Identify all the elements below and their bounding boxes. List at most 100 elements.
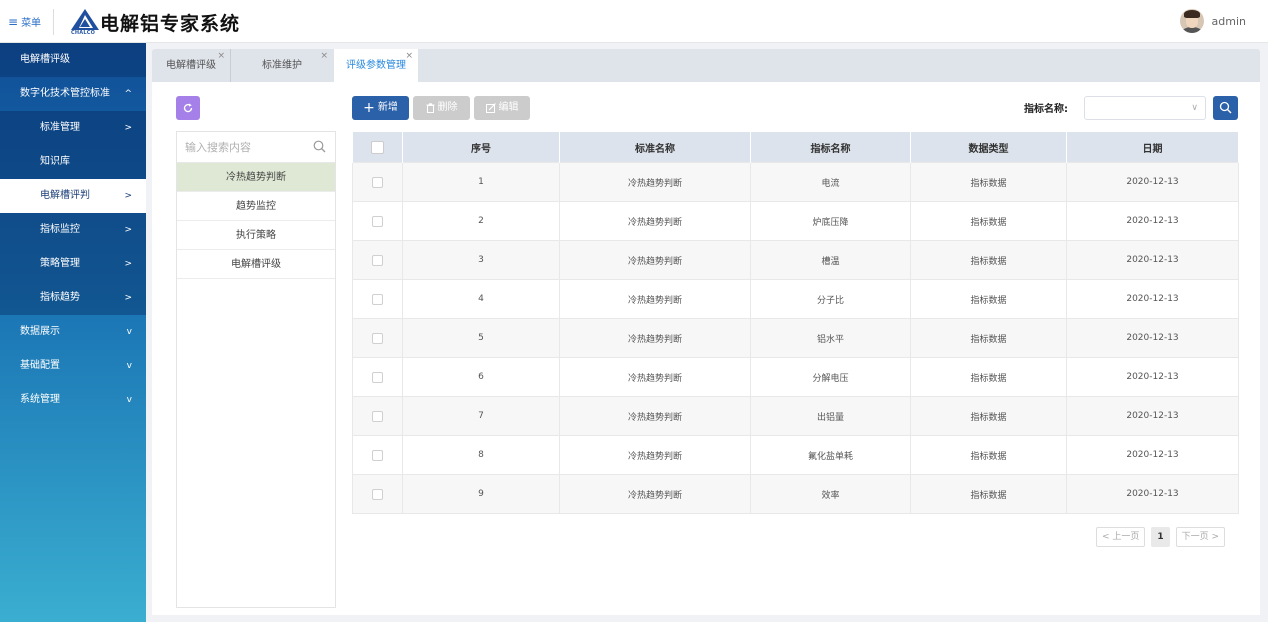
tree-search-input[interactable] [177,132,307,162]
sidebar-item-cell-judgement[interactable]: 电解槽评判 > [0,179,146,213]
sidebar-item-standard-management[interactable]: 标准管理 > [0,111,146,145]
menu-toggle-button[interactable]: ≡ 菜单 [8,14,41,30]
chevron-down-icon: ∨ [1191,103,1198,113]
refresh-button[interactable] [176,96,200,120]
tree-item-trend-monitor[interactable]: 趋势监控 [177,192,335,221]
table-row[interactable]: 9 冷热趋势判断 效率 指标数据 2020-12-13 [352,474,1239,514]
cell-no: 3 [402,240,560,280]
close-icon[interactable]: × [405,39,413,73]
cell-no: 4 [402,279,560,319]
select-all-checkbox[interactable] [371,140,384,154]
row-checkbox[interactable] [372,410,383,422]
row-checkbox[interactable] [372,449,383,461]
standard-tree-panel: 冷热趋势判断 趋势监控 执行策略 电解槽评级 [176,131,336,608]
cell-data-type: 指标数据 [910,279,1067,319]
sidebar-item-basic-config[interactable]: 基础配置 v [0,349,146,383]
prev-page-button[interactable]: < 上一页 [1096,527,1146,547]
column-header-no: 序号 [402,131,560,163]
tree-item-execution-strategy[interactable]: 执行策略 [177,221,335,250]
delete-button[interactable]: 删除 [413,96,470,120]
table-row[interactable]: 8 冷热趋势判断 氟化盐单耗 指标数据 2020-12-13 [352,435,1239,475]
chevron-up-icon: ^ [124,89,132,99]
cell-indicator-name: 铝水平 [750,318,911,358]
next-page-button[interactable]: 下一页 > [1175,527,1226,547]
content-panel: 冷热趋势判断 趋势监控 执行策略 电解槽评级 + 新增 删除 编辑 指标名称: [152,82,1260,615]
cell-standard-name: 冷热趋势判断 [559,396,751,436]
chevron-down-icon: v [126,395,132,405]
cell-date: 2020-12-13 [1066,435,1239,475]
username: admin [1211,14,1246,28]
sidebar-item-cell-rating[interactable]: 电解槽评级 [0,43,146,77]
sidebar: 电解槽评级 数字化技术管控标准 ^ 标准管理 > 知识库 电解槽评判 > 指标监控 > … [0,43,146,622]
table-row[interactable]: 1 冷热趋势判断 电流 指标数据 2020-12-13 [352,162,1239,202]
cell-no: 2 [402,201,560,241]
row-checkbox[interactable] [372,254,383,266]
chevron-right-icon: > [124,225,132,235]
table-row[interactable]: 5 冷热趋势判断 铝水平 指标数据 2020-12-13 [352,318,1239,358]
cell-standard-name: 冷热趋势判断 [559,474,751,514]
refresh-icon [183,103,193,113]
row-checkbox[interactable] [372,332,383,344]
table-row[interactable]: 2 冷热趋势判断 炉底压降 指标数据 2020-12-13 [352,201,1239,241]
cell-date: 2020-12-13 [1066,357,1239,397]
indicator-name-select[interactable]: ∨ [1084,96,1206,120]
search-icon[interactable] [313,140,326,153]
sidebar-item-indicator-trend[interactable]: 指标趋势 > [0,281,146,315]
avatar[interactable] [1179,9,1204,33]
row-checkbox[interactable] [372,488,383,500]
cell-standard-name: 冷热趋势判断 [559,279,751,319]
row-checkbox[interactable] [372,293,383,305]
add-button[interactable]: + 新增 [352,96,409,120]
user-menu[interactable]: admin [1179,9,1246,33]
top-header: ≡ 菜单 CHALCO 电解铝专家系统 admin [0,0,1268,43]
select-all-cell[interactable] [352,131,403,163]
tree-item-cold-hot-trend[interactable]: 冷热趋势判断 [177,163,335,192]
sidebar-item-indicator-monitor[interactable]: 指标监控 > [0,213,146,247]
cell-indicator-name: 出铝量 [750,396,911,436]
sidebar-item-digital-standards[interactable]: 数字化技术管控标准 ^ [0,77,146,111]
cell-data-type: 指标数据 [910,162,1067,202]
trash-icon [426,103,434,113]
edit-button[interactable]: 编辑 [474,96,530,120]
chevron-right-icon: > [124,259,132,269]
page-number-current[interactable]: 1 [1151,527,1170,547]
table-row[interactable]: 7 冷热趋势判断 出铝量 指标数据 2020-12-13 [352,396,1239,436]
cell-no: 8 [402,435,560,475]
table-row[interactable]: 6 冷热趋势判断 分解电压 指标数据 2020-12-13 [352,357,1239,397]
cell-standard-name: 冷热趋势判断 [559,318,751,358]
table-row[interactable]: 4 冷热趋势判断 分子比 指标数据 2020-12-13 [352,279,1239,319]
column-header-indicator-name: 指标名称 [750,131,911,163]
close-icon[interactable]: × [217,39,225,73]
edit-icon [485,103,496,113]
cell-data-type: 指标数据 [910,474,1067,514]
cell-data-type: 指标数据 [910,240,1067,280]
cell-standard-name: 冷热趋势判断 [559,201,751,241]
cell-no: 6 [402,357,560,397]
tab-cell-rating[interactable]: 电解槽评级 × [152,49,230,82]
cell-date: 2020-12-13 [1066,240,1239,280]
sidebar-item-strategy-management[interactable]: 策略管理 > [0,247,146,281]
cell-date: 2020-12-13 [1066,201,1239,241]
row-checkbox[interactable] [372,371,383,383]
close-icon[interactable]: × [320,39,328,73]
table-row[interactable]: 3 冷热趋势判断 槽温 指标数据 2020-12-13 [352,240,1239,280]
sidebar-item-knowledge-base[interactable]: 知识库 [0,145,146,179]
search-button[interactable] [1213,96,1238,120]
sidebar-item-system-management[interactable]: 系统管理 v [0,383,146,417]
sidebar-item-data-display[interactable]: 数据展示 v [0,315,146,349]
cell-date: 2020-12-13 [1066,318,1239,358]
cell-indicator-name: 分解电压 [750,357,911,397]
column-header-standard-name: 标准名称 [559,131,751,163]
row-checkbox[interactable] [372,215,383,227]
search-icon [1219,101,1232,114]
cell-indicator-name: 分子比 [750,279,911,319]
cell-indicator-name: 氟化盐单耗 [750,435,911,475]
row-checkbox[interactable] [372,176,383,188]
cell-date: 2020-12-13 [1066,396,1239,436]
tab-rating-param-management[interactable]: 评级参数管理 × [334,49,418,82]
table-header-row: 序号 标准名称 指标名称 数据类型 日期 [352,131,1239,163]
tab-standard-maintenance[interactable]: 标准维护 × [231,49,333,82]
cell-standard-name: 冷热趋势判断 [559,162,751,202]
tree-item-cell-rating[interactable]: 电解槽评级 [177,250,335,279]
cell-standard-name: 冷热趋势判断 [559,435,751,475]
